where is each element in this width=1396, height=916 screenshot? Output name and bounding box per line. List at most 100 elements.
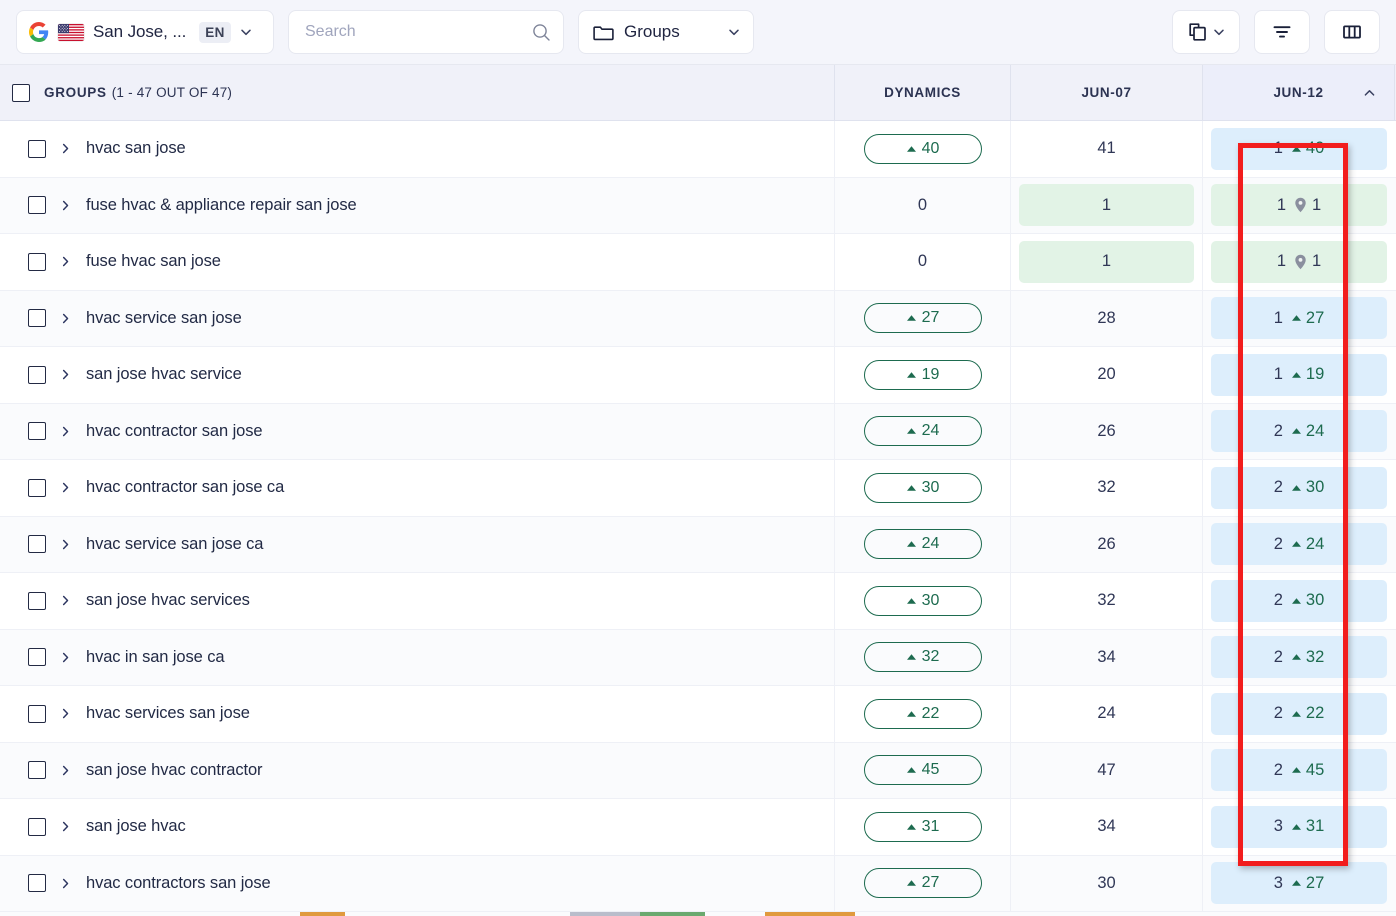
row-checkbox[interactable] xyxy=(28,479,46,497)
chevron-up-icon[interactable] xyxy=(1363,86,1376,99)
jun-12-delta: 30 xyxy=(1291,478,1324,497)
row-checkbox[interactable] xyxy=(28,253,46,271)
jun-12-rank: 1 xyxy=(1277,196,1286,215)
row-checkbox[interactable] xyxy=(28,535,46,553)
expand-row-chevron-right-icon[interactable] xyxy=(54,481,76,494)
cell-jun-12: 11 xyxy=(1203,234,1395,290)
cell-group: hvac contractor san jose ca xyxy=(0,460,835,516)
search-icon[interactable] xyxy=(532,23,551,42)
columns-button[interactable] xyxy=(1324,10,1380,54)
row-checkbox[interactable] xyxy=(28,422,46,440)
column-header-jun-12[interactable]: JUN-12 xyxy=(1203,65,1395,120)
jun-12-cell-content: 140 xyxy=(1211,128,1387,170)
row-checkbox[interactable] xyxy=(28,761,46,779)
locale-selector[interactable]: San Jose, ... EN xyxy=(16,10,274,54)
expand-row-chevron-right-icon[interactable] xyxy=(54,312,76,325)
jun-12-rank: 2 xyxy=(1274,761,1283,780)
row-checkbox[interactable] xyxy=(28,874,46,892)
row-checkbox[interactable] xyxy=(28,196,46,214)
jun-07-value: 32 xyxy=(1019,580,1194,622)
jun-12-delta: 45 xyxy=(1291,761,1324,780)
column-header-dynamics[interactable]: DYNAMICS xyxy=(835,65,1011,120)
expand-row-chevron-right-icon[interactable] xyxy=(54,877,76,890)
expand-row-chevron-right-icon[interactable] xyxy=(54,764,76,777)
row-checkbox[interactable] xyxy=(28,818,46,836)
jun-12-cell-content: 127 xyxy=(1211,297,1387,339)
table-row[interactable]: fuse hvac & appliance repair san jose011… xyxy=(0,178,1396,235)
jun-12-delta-value: 22 xyxy=(1306,704,1324,723)
expand-row-chevron-right-icon[interactable] xyxy=(54,255,76,268)
row-checkbox[interactable] xyxy=(28,648,46,666)
app-page: San Jose, ... EN Gro xyxy=(0,0,1396,916)
search-input[interactable] xyxy=(305,12,520,52)
filter-lines-icon xyxy=(1271,21,1293,43)
jun-07-value: 28 xyxy=(1019,297,1194,339)
cell-jun-12: 230 xyxy=(1203,460,1395,516)
table-row[interactable]: hvac services san jose2224222 xyxy=(0,686,1396,743)
jun-12-delta-value: 30 xyxy=(1306,478,1324,497)
expand-row-chevron-right-icon[interactable] xyxy=(54,199,76,212)
jun-12-cell-content: 230 xyxy=(1211,467,1387,509)
copy-view-button[interactable] xyxy=(1172,10,1240,54)
jun-12-delta-value: 45 xyxy=(1306,761,1324,780)
expand-row-chevron-right-icon[interactable] xyxy=(54,142,76,155)
filter-button[interactable] xyxy=(1254,10,1310,54)
table-row[interactable]: hvac contractor san jose2426224 xyxy=(0,404,1396,461)
dynamics-pill: 19 xyxy=(864,360,982,390)
chevron-down-icon xyxy=(728,26,740,38)
column-header-jun-12-label: JUN-12 xyxy=(1273,85,1323,100)
row-checkbox[interactable] xyxy=(28,140,46,158)
expand-row-chevron-right-icon[interactable] xyxy=(54,368,76,381)
jun-12-delta-value: 31 xyxy=(1306,817,1324,836)
expand-row-chevron-right-icon[interactable] xyxy=(54,538,76,551)
table-header-row: GROUPS (1 - 47 OUT OF 47) DYNAMICS JUN-0… xyxy=(0,65,1396,121)
expand-row-chevron-right-icon[interactable] xyxy=(54,651,76,664)
column-header-groups-label: GROUPS xyxy=(44,85,107,100)
keyword-label: hvac contractor san jose ca xyxy=(86,478,284,497)
column-header-jun-07-label: JUN-07 xyxy=(1081,85,1131,100)
expand-row-chevron-right-icon[interactable] xyxy=(54,594,76,607)
jun-12-cell-content: 222 xyxy=(1211,693,1387,735)
table-row[interactable]: hvac contractor san jose ca 30 32230 xyxy=(0,460,1396,517)
column-header-groups[interactable]: GROUPS (1 - 47 OUT OF 47) xyxy=(0,65,835,120)
expand-row-chevron-right-icon[interactable] xyxy=(54,820,76,833)
expand-row-chevron-right-icon[interactable] xyxy=(54,707,76,720)
table-row[interactable]: san jose hvac3134331 xyxy=(0,799,1396,856)
cell-jun-07: 32 xyxy=(1011,460,1203,516)
table-row[interactable]: hvac san jose4041140 xyxy=(0,121,1396,178)
expand-row-chevron-right-icon[interactable] xyxy=(54,425,76,438)
jun-12-delta: 32 xyxy=(1291,648,1324,667)
groups-dropdown[interactable]: Groups xyxy=(578,10,754,54)
jun-12-cell-content: 119 xyxy=(1211,354,1387,396)
table-row[interactable]: san jose hvac service1920119 xyxy=(0,347,1396,404)
cell-dynamics: 45 xyxy=(835,743,1011,799)
dynamics-pill: 40 xyxy=(864,134,982,164)
dynamics-pill: 27 xyxy=(864,303,982,333)
cell-jun-07: 26 xyxy=(1011,404,1203,460)
dynamics-pill: 30 xyxy=(864,586,982,616)
dynamics-value: 40 xyxy=(922,140,940,158)
table-row[interactable]: fuse hvac san jose0111 xyxy=(0,234,1396,291)
table-row[interactable]: hvac contractors san jose2730327 xyxy=(0,856,1396,913)
cell-dynamics: 24 xyxy=(835,404,1011,460)
jun-12-cell-content: 230 xyxy=(1211,580,1387,622)
column-header-jun-07[interactable]: JUN-07 xyxy=(1011,65,1203,120)
table-row[interactable]: san jose hvac contractor4547245 xyxy=(0,743,1396,800)
dynamics-value: 45 xyxy=(922,761,940,779)
row-checkbox[interactable] xyxy=(28,592,46,610)
row-checkbox[interactable] xyxy=(28,705,46,723)
table-row[interactable]: hvac in san jose ca3234232 xyxy=(0,630,1396,687)
jun-12-delta: 30 xyxy=(1291,591,1324,610)
table-row[interactable]: hvac service san jose ca2426224 xyxy=(0,517,1396,574)
jun-12-delta: 24 xyxy=(1291,422,1324,441)
select-all-checkbox[interactable] xyxy=(12,84,30,102)
jun-12-cell-content: 224 xyxy=(1211,523,1387,565)
table-row[interactable]: san jose hvac services3032230 xyxy=(0,573,1396,630)
search-box[interactable] xyxy=(288,10,564,54)
row-checkbox[interactable] xyxy=(28,309,46,327)
jun-12-rank: 2 xyxy=(1274,422,1283,441)
table-row[interactable]: hvac service san jose2728127 xyxy=(0,291,1396,348)
keyword-label: san jose hvac service xyxy=(86,365,242,384)
cell-jun-07: 47 xyxy=(1011,743,1203,799)
row-checkbox[interactable] xyxy=(28,366,46,384)
